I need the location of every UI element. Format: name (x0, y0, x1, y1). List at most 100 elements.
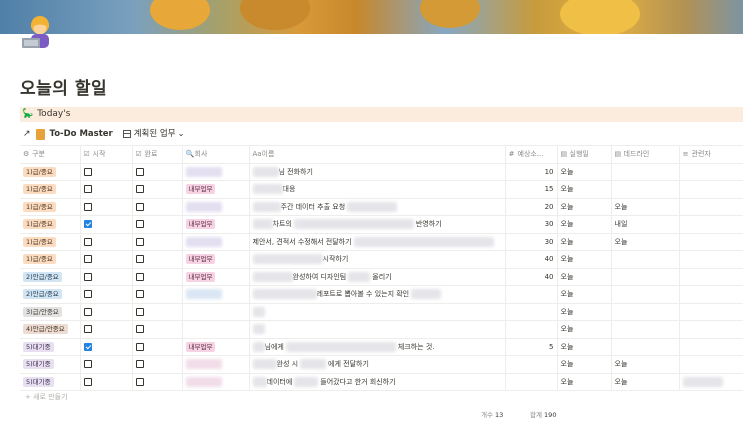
exec-date-cell[interactable]: 오늘 (557, 373, 612, 391)
assignee-cell[interactable] (679, 320, 743, 339)
start-checkbox[interactable] (83, 202, 92, 211)
deadline-cell[interactable] (611, 163, 680, 181)
start-checkbox[interactable] (83, 167, 92, 176)
deadline-cell[interactable] (611, 180, 680, 199)
name-cell[interactable] (249, 320, 506, 339)
estimate-cell[interactable]: 15 (505, 180, 558, 199)
done-checkbox[interactable] (135, 377, 144, 386)
deadline-cell[interactable] (611, 338, 680, 356)
deadline-cell[interactable]: 오늘 (611, 355, 680, 374)
exec-date-cell[interactable]: 오늘 (557, 285, 612, 304)
start-checkbox[interactable] (83, 377, 92, 386)
start-checkbox[interactable] (83, 307, 92, 316)
exec-date-cell[interactable]: 오늘 (557, 355, 612, 374)
estimate-cell[interactable]: 5 (505, 338, 558, 356)
assignee-cell[interactable] (679, 355, 743, 374)
assignee-cell[interactable] (679, 233, 743, 251)
start-checkbox[interactable] (83, 220, 92, 229)
table-row[interactable]: 5)대기중 내부업무 님에게 체크하는 것. 5 오늘 (20, 338, 743, 356)
sum-summary[interactable]: 합계 190 (530, 409, 556, 419)
assignee-cell[interactable] (679, 250, 743, 269)
estimate-cell[interactable]: 40 (505, 250, 558, 269)
category-cell[interactable]: 1)급/중요 (20, 250, 81, 269)
column-header[interactable]: ☑ 시작 (80, 145, 133, 164)
estimate-cell[interactable] (505, 320, 558, 339)
exec-date-cell[interactable]: 오늘 (557, 163, 612, 181)
name-cell[interactable]: 레포트로 뽑아볼 수 있는지 확인 (249, 285, 506, 304)
name-cell[interactable]: 시작하기 (249, 250, 506, 269)
link-arrow-icon[interactable]: ↗ (23, 127, 31, 141)
start-checkbox[interactable] (83, 290, 92, 299)
category-cell[interactable]: 1)급/중요 (20, 180, 81, 199)
start-checkbox[interactable] (83, 342, 92, 351)
table-row[interactable]: 1)급/중요 내부업무 시작하기 40 오늘 (20, 250, 743, 269)
done-checkbox[interactable] (135, 325, 144, 334)
view-selector[interactable]: 계획된 업무 ⌄ (122, 127, 185, 141)
table-row[interactable]: 1)급/중요 주간 데이터 추출 요청 20 오늘 오늘 (20, 198, 743, 216)
start-checkbox[interactable] (83, 272, 92, 281)
done-checkbox[interactable] (135, 360, 144, 369)
cover-image[interactable] (0, 0, 743, 34)
estimate-cell[interactable] (505, 355, 558, 374)
column-header[interactable]: ☑ 완료 (132, 145, 183, 164)
category-cell[interactable]: 5)대기중 (20, 373, 81, 391)
deadline-cell[interactable] (611, 250, 680, 269)
company-cell[interactable]: 내부업무 (182, 338, 250, 356)
done-checkbox[interactable] (135, 220, 144, 229)
assignee-cell[interactable] (679, 215, 743, 234)
estimate-cell[interactable] (505, 373, 558, 391)
exec-date-cell[interactable]: 오늘 (557, 233, 612, 251)
column-header[interactable]: ≡ 관련자 (679, 145, 743, 164)
exec-date-cell[interactable]: 오늘 (557, 180, 612, 199)
estimate-cell[interactable] (505, 285, 558, 304)
table-row[interactable]: 2)안급/중요 레포트로 뽑아볼 수 있는지 확인 오늘 (20, 285, 743, 304)
table-row[interactable]: 1)급/중요 님 전화하기 10 오늘 (20, 163, 743, 181)
exec-date-cell[interactable]: 오늘 (557, 303, 612, 321)
company-cell[interactable] (182, 355, 250, 374)
table-row[interactable]: 5)대기중 데이터에 들어갔다고 한거 회신하기 오늘 오늘 (20, 373, 743, 391)
category-cell[interactable]: 2)안급/중요 (20, 268, 81, 286)
exec-date-cell[interactable]: 오늘 (557, 198, 612, 216)
company-cell[interactable] (182, 285, 250, 304)
company-cell[interactable]: 내부업무 (182, 215, 250, 234)
done-checkbox[interactable] (135, 342, 144, 351)
assignee-cell[interactable] (679, 198, 743, 216)
column-header[interactable]: ▤ 실행일 (557, 145, 612, 164)
estimate-cell[interactable]: 40 (505, 268, 558, 286)
deadline-cell[interactable]: 오늘 (611, 233, 680, 251)
name-cell[interactable]: 데이터에 들어갔다고 한거 회신하기 (249, 373, 506, 391)
column-header[interactable]: # 예상소... (505, 145, 558, 164)
exec-date-cell[interactable]: 오늘 (557, 320, 612, 339)
table-row[interactable]: 5)대기중 완성 시 에게 전달하기 오늘 오늘 (20, 355, 743, 374)
deadline-cell[interactable] (611, 268, 680, 286)
deadline-cell[interactable] (611, 285, 680, 304)
exec-date-cell[interactable]: 오늘 (557, 268, 612, 286)
company-cell[interactable] (182, 233, 250, 251)
company-cell[interactable] (182, 320, 250, 339)
estimate-cell[interactable]: 30 (505, 215, 558, 234)
name-cell[interactable]: 대응 (249, 180, 506, 199)
exec-date-cell[interactable]: 오늘 (557, 215, 612, 234)
done-checkbox[interactable] (135, 272, 144, 281)
category-cell[interactable]: 4)안급/안중요 (20, 320, 81, 339)
assignee-cell[interactable] (679, 303, 743, 321)
name-cell[interactable]: 주간 데이터 추출 요청 (249, 198, 506, 216)
done-checkbox[interactable] (135, 237, 144, 246)
company-cell[interactable] (182, 303, 250, 321)
deadline-cell[interactable]: 오늘 (611, 373, 680, 391)
estimate-cell[interactable]: 20 (505, 198, 558, 216)
name-cell[interactable]: 완성하여 디자인팀 올리기 (249, 268, 506, 286)
table-row[interactable]: 1)급/중요 내부업무 차트의 반영하기 30 오늘 내일 (20, 215, 743, 234)
estimate-cell[interactable] (505, 303, 558, 321)
assignee-cell[interactable] (679, 180, 743, 199)
start-checkbox[interactable] (83, 255, 92, 264)
table-row[interactable]: 3)급/안중요 오늘 (20, 303, 743, 321)
done-checkbox[interactable] (135, 290, 144, 299)
table-row[interactable]: 1)급/중요 내부업무 대응 15 오늘 (20, 180, 743, 199)
company-cell[interactable] (182, 198, 250, 216)
category-cell[interactable]: 3)급/안중요 (20, 303, 81, 321)
page-icon[interactable] (18, 10, 62, 54)
assignee-cell[interactable] (679, 373, 743, 391)
table-row[interactable]: 4)안급/안중요 오늘 (20, 320, 743, 339)
name-cell[interactable]: 님에게 체크하는 것. (249, 338, 506, 356)
